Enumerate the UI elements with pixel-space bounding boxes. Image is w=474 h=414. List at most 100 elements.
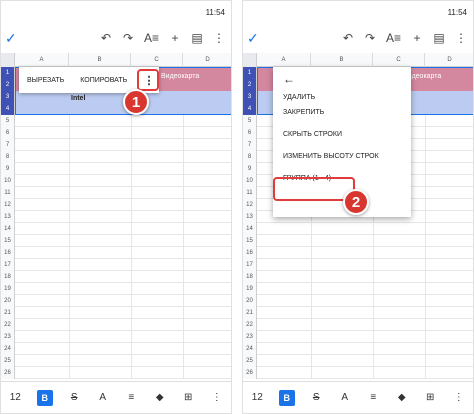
insert-icon[interactable]: ⊞ xyxy=(181,392,195,403)
redo-icon[interactable]: ↷ xyxy=(364,31,376,45)
row-header[interactable]: 9 xyxy=(243,163,257,175)
copy-button[interactable]: КОПИРОВАТЬ xyxy=(72,77,135,84)
text-format-icon[interactable]: A≡ xyxy=(144,31,159,45)
row-header[interactable]: 17 xyxy=(243,259,257,271)
back-arrow-icon[interactable]: ← xyxy=(273,67,411,91)
row-header[interactable]: 15 xyxy=(243,235,257,247)
row-header[interactable]: 12 xyxy=(243,199,257,211)
undo-icon[interactable]: ↶ xyxy=(100,31,112,45)
more-vert-icon[interactable]: ⋮ xyxy=(213,31,225,45)
row-header[interactable]: 11 xyxy=(243,187,257,199)
row-header[interactable]: 13 xyxy=(1,211,15,223)
menu-item-freeze[interactable]: ЗАКРЕПИТЬ xyxy=(273,101,411,123)
insert-icon[interactable]: ⊞ xyxy=(423,392,437,403)
fill-color-icon[interactable]: ◆ xyxy=(153,392,167,403)
comment-icon[interactable]: ▤ xyxy=(433,31,445,45)
text-color-button[interactable]: A xyxy=(338,392,352,403)
select-all-corner[interactable] xyxy=(1,53,15,67)
row-header[interactable]: 1 xyxy=(243,67,257,79)
column-header[interactable]: D xyxy=(425,53,473,67)
row-header[interactable]: 14 xyxy=(1,223,15,235)
row-header[interactable]: 6 xyxy=(243,127,257,139)
spreadsheet-grid[interactable]: A B C D 1 2 3 4 5 6 7 8 9 10 11 12 13 14… xyxy=(1,53,231,379)
font-size-select[interactable]: 12 xyxy=(8,392,22,403)
check-icon[interactable]: ✓ xyxy=(247,30,259,47)
column-header[interactable]: D xyxy=(183,53,231,67)
row-header[interactable]: 14 xyxy=(243,223,257,235)
row-header[interactable]: 23 xyxy=(243,331,257,343)
row-header[interactable]: 10 xyxy=(1,175,15,187)
row-header[interactable]: 20 xyxy=(243,295,257,307)
row-header[interactable]: 20 xyxy=(1,295,15,307)
column-header[interactable]: C xyxy=(131,53,183,67)
row-header[interactable]: 4 xyxy=(243,103,257,115)
row-header[interactable]: 16 xyxy=(1,247,15,259)
row-header[interactable]: 4 xyxy=(1,103,15,115)
more-vert-icon[interactable]: ⋮ xyxy=(452,392,466,403)
row-header[interactable]: 21 xyxy=(243,307,257,319)
row-header[interactable]: 3 xyxy=(243,91,257,103)
font-size-select[interactable]: 12 xyxy=(250,392,264,403)
column-header[interactable]: A xyxy=(257,53,311,67)
strikethrough-button[interactable]: S xyxy=(309,392,323,403)
redo-icon[interactable]: ↷ xyxy=(122,31,134,45)
row-header[interactable]: 11 xyxy=(1,187,15,199)
row-header[interactable]: 24 xyxy=(243,343,257,355)
more-vert-icon[interactable]: ⋮ xyxy=(210,392,224,403)
column-header[interactable]: C xyxy=(373,53,425,67)
bold-button[interactable]: B xyxy=(278,389,295,406)
row-header[interactable]: 18 xyxy=(1,271,15,283)
menu-item-resize-rows[interactable]: ИЗМЕНИТЬ ВЫСОТУ СТРОК xyxy=(273,145,411,167)
row-header[interactable]: 17 xyxy=(1,259,15,271)
row-header[interactable]: 12 xyxy=(1,199,15,211)
column-header[interactable]: B xyxy=(69,53,131,67)
check-icon[interactable]: ✓ xyxy=(5,30,17,47)
row-header[interactable]: 26 xyxy=(1,367,15,379)
row-header[interactable]: 19 xyxy=(1,283,15,295)
row-header[interactable]: 2 xyxy=(243,79,257,91)
column-header[interactable]: B xyxy=(311,53,373,67)
row-header[interactable]: 6 xyxy=(1,127,15,139)
align-button[interactable]: ≡ xyxy=(366,392,380,403)
row-header[interactable]: 21 xyxy=(1,307,15,319)
row-header[interactable]: 1 xyxy=(1,67,15,79)
cell-videocard[interactable]: Видеокарта xyxy=(161,73,199,80)
row-header[interactable]: 2 xyxy=(1,79,15,91)
row-header[interactable]: 25 xyxy=(243,355,257,367)
row-header[interactable]: 18 xyxy=(243,271,257,283)
row-header[interactable]: 25 xyxy=(1,355,15,367)
text-color-button[interactable]: A xyxy=(96,392,110,403)
menu-item-hide-rows[interactable]: СКРЫТЬ СТРОКИ xyxy=(273,123,411,145)
more-vert-icon[interactable]: ⋮ xyxy=(455,31,467,45)
bold-button[interactable]: B xyxy=(36,389,53,406)
row-header[interactable]: 23 xyxy=(1,331,15,343)
row-header[interactable]: 5 xyxy=(243,115,257,127)
row-header[interactable]: 5 xyxy=(1,115,15,127)
row-header[interactable]: 13 xyxy=(243,211,257,223)
row-header[interactable]: 7 xyxy=(243,139,257,151)
row-header[interactable]: 8 xyxy=(1,151,15,163)
strikethrough-button[interactable]: S xyxy=(67,392,81,403)
column-header[interactable]: A xyxy=(15,53,69,67)
add-icon[interactable]: + xyxy=(411,31,423,45)
cut-button[interactable]: ВЫРЕЗАТЬ xyxy=(19,77,72,84)
fill-color-icon[interactable]: ◆ xyxy=(395,392,409,403)
select-all-corner[interactable] xyxy=(243,53,257,67)
add-icon[interactable]: + xyxy=(169,31,181,45)
text-format-icon[interactable]: A≡ xyxy=(386,31,401,45)
row-header[interactable]: 8 xyxy=(243,151,257,163)
undo-icon[interactable]: ↶ xyxy=(342,31,354,45)
row-header[interactable]: 26 xyxy=(243,367,257,379)
row-header[interactable]: 24 xyxy=(1,343,15,355)
row-header[interactable]: 19 xyxy=(243,283,257,295)
cell-intel[interactable]: Intel xyxy=(71,95,85,102)
row-header[interactable]: 22 xyxy=(243,319,257,331)
row-header[interactable]: 10 xyxy=(243,175,257,187)
row-header[interactable]: 7 xyxy=(1,139,15,151)
row-header[interactable]: 9 xyxy=(1,163,15,175)
menu-item-delete[interactable]: УДАЛИТЬ xyxy=(273,91,411,101)
row-header[interactable]: 15 xyxy=(1,235,15,247)
row-header[interactable]: 3 xyxy=(1,91,15,103)
comment-icon[interactable]: ▤ xyxy=(191,31,203,45)
row-header[interactable]: 22 xyxy=(1,319,15,331)
